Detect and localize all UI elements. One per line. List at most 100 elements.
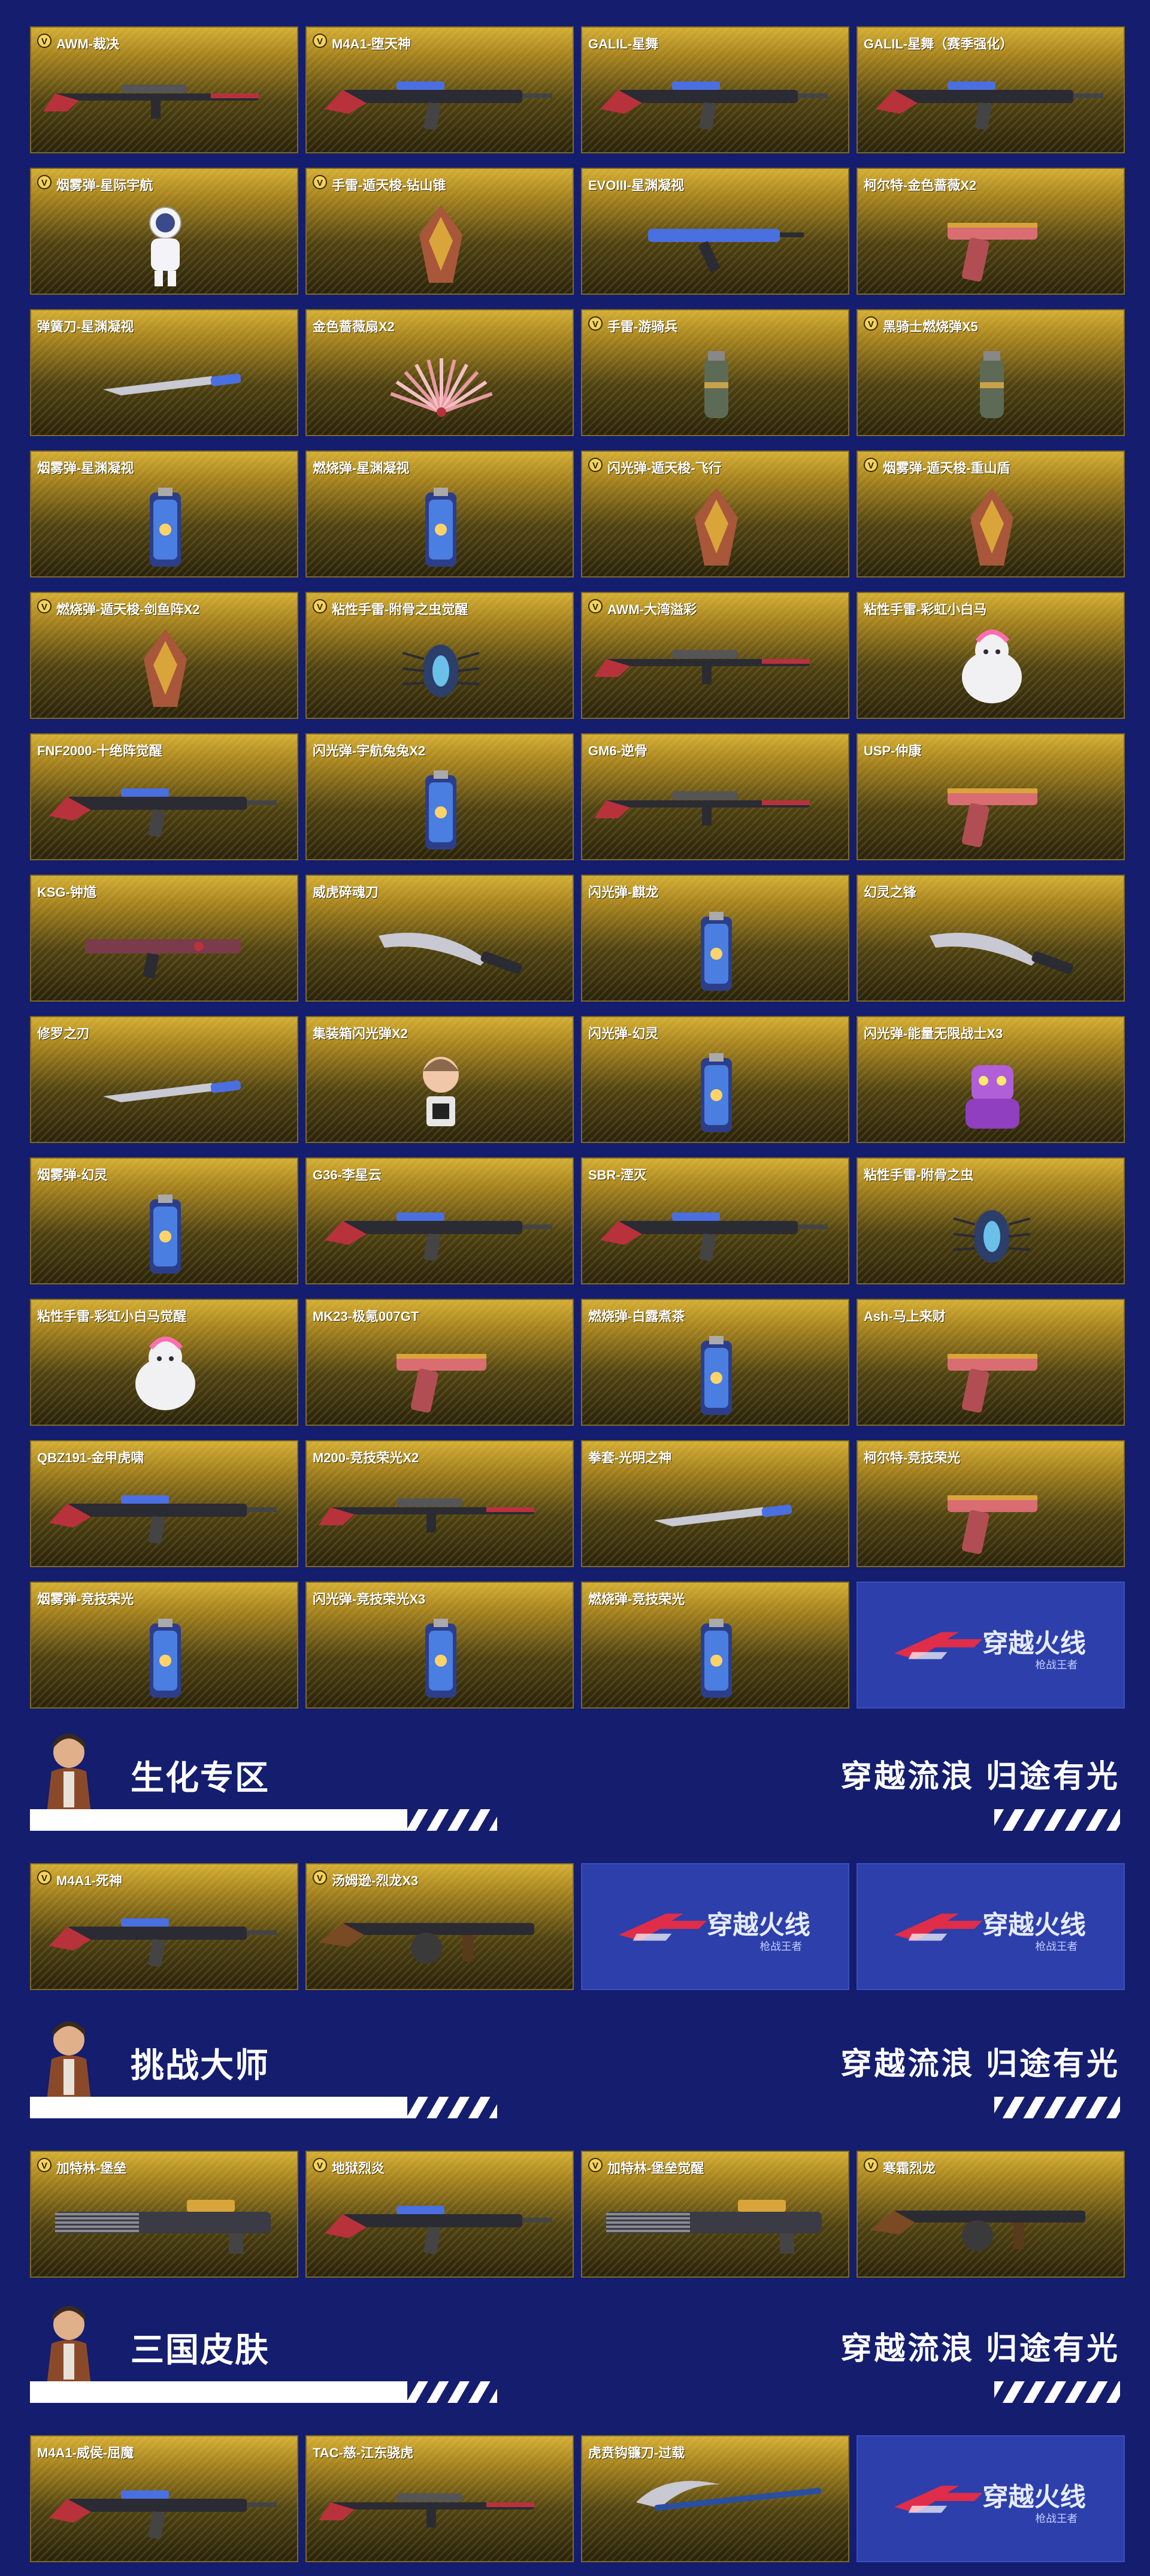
item-card[interactable]: V M4A1-死神 xyxy=(30,1863,298,1990)
item-card[interactable]: GALIL-星舞（赛季强化） xyxy=(857,26,1125,153)
item-card[interactable]: KSG-钟馗 xyxy=(30,875,298,1002)
item-card[interactable]: V 手雷-遁天梭-钻山锥 xyxy=(305,168,574,295)
item-card[interactable]: G36-李星云 xyxy=(305,1157,574,1284)
item-card[interactable]: 金色蔷薇扇X2 xyxy=(305,309,574,436)
ornate-grenade-icon xyxy=(144,629,187,707)
assault-rifle-icon xyxy=(49,788,277,837)
item-name: 粘性手雷-彩虹小白马觉醒 xyxy=(37,1309,187,1324)
item-card[interactable]: V 黑骑士燃烧弹X5 xyxy=(857,309,1125,436)
item-card[interactable]: V M4A1-堕天神 xyxy=(305,26,574,153)
item-name: 闪光弹-竞技荣光X3 xyxy=(313,1592,426,1607)
item-card[interactable]: V 寒霜烈龙 xyxy=(857,2151,1125,2278)
assault-rifle-icon xyxy=(325,1213,552,1262)
item-card[interactable]: 幻灵之锋 xyxy=(857,875,1125,1002)
item-card[interactable]: 闪光弹-竞技荣光X3 xyxy=(305,1582,574,1709)
pistol-icon xyxy=(948,1495,1037,1555)
item-name: 金色蔷薇扇X2 xyxy=(313,319,395,334)
item-card[interactable]: 闪光弹-能量无限战士X3 xyxy=(857,1016,1125,1143)
robot-grenade-icon xyxy=(966,1065,1019,1129)
item-name: 闪光弹-能量无限战士X3 xyxy=(864,1026,1003,1041)
item-card[interactable]: V AWM-大湾溢彩 xyxy=(581,592,849,719)
item-name: 柯尔特-竞技荣光 xyxy=(864,1450,961,1465)
item-card[interactable]: V 燃烧弹-遁天梭-剑鱼阵X2 xyxy=(30,592,298,719)
item-card[interactable]: 燃烧弹-白露煮茶 xyxy=(581,1299,849,1426)
item-name: 虎贲钩镰刀-过载 xyxy=(588,2445,685,2460)
item-card[interactable]: 柯尔特-竞技荣光 xyxy=(857,1440,1125,1567)
item-card[interactable]: TAC-慈-江东骁虎 xyxy=(305,2435,574,2562)
item-card[interactable]: FNF2000-十绝阵觉醒 xyxy=(30,733,298,860)
assault-rifle-icon xyxy=(49,1495,277,1544)
cf-logo-text: 穿越火线 xyxy=(707,1911,810,1940)
section-stripes xyxy=(335,1809,497,1831)
vip-badge-icon: V xyxy=(37,599,52,613)
item-name: GM6-逆骨 xyxy=(588,743,648,758)
item-card[interactable]: V 汤姆逊-烈龙X3 xyxy=(305,1863,574,1990)
item-name: 威虎碎魂刀 xyxy=(313,885,379,900)
item-card[interactable]: 修罗之刃 xyxy=(30,1016,298,1143)
item-card[interactable]: GALIL-星舞 xyxy=(581,26,849,153)
item-card[interactable]: 虎贲钩镰刀-过载 xyxy=(581,2435,849,2562)
item-card[interactable]: 烟雾弹-竞技荣光 xyxy=(30,1582,298,1709)
item-card[interactable]: MK23-极氪007GT xyxy=(305,1299,574,1426)
item-card[interactable]: 粘性手雷-附骨之虫 xyxy=(857,1157,1125,1284)
blade-icon xyxy=(930,933,1073,975)
sniper-rifle-icon xyxy=(594,791,810,826)
item-card[interactable]: 粘性手雷-彩虹小白马 xyxy=(857,592,1125,719)
item-card[interactable]: M200-竞技荣光X2 xyxy=(305,1440,574,1567)
item-card[interactable]: V 地狱烈炎 xyxy=(305,2151,574,2278)
item-card[interactable]: V 烟雾弹-星际宇航 xyxy=(30,168,298,295)
item-card[interactable]: QBZ191-金甲虎啸 xyxy=(30,1440,298,1567)
knife-icon xyxy=(654,1504,792,1526)
item-name: 黑骑士燃烧弹X5 xyxy=(883,319,978,334)
pistol-icon xyxy=(948,223,1037,282)
vip-badge-icon: V xyxy=(864,458,878,472)
canister-icon xyxy=(701,1053,732,1132)
section-stripes xyxy=(335,2097,497,2118)
item-card[interactable]: 闪光弹-麒龙 xyxy=(581,875,849,1002)
item-card[interactable]: 闪光弹-幻灵 xyxy=(581,1016,849,1143)
item-name: 燃烧弹-遁天梭-剑鱼阵X2 xyxy=(56,602,200,617)
item-card[interactable]: SBR-湮灭 xyxy=(581,1157,849,1284)
item-card[interactable]: 燃烧弹-星渊凝视 xyxy=(305,451,574,578)
item-card[interactable]: 威虎碎魂刀 xyxy=(305,875,574,1002)
item-card[interactable]: 集装箱闪光弹X2 xyxy=(305,1016,574,1143)
item-card[interactable]: 弹簧刀-星渊凝视 xyxy=(30,309,298,436)
item-name: AWM-大湾溢彩 xyxy=(607,602,697,617)
pony-grenade-icon xyxy=(135,1337,195,1410)
canister-icon xyxy=(701,1336,732,1415)
section-slogan: 穿越流浪 归途有光 xyxy=(840,2332,1120,2366)
item-card[interactable]: V AWM-裁决 xyxy=(30,26,298,153)
item-card[interactable]: V 手雷-游骑兵 xyxy=(581,309,849,436)
section-title: 生化专区 xyxy=(131,1759,270,1797)
item-card[interactable]: 烟雾弹-星渊凝视 xyxy=(30,451,298,578)
item-card[interactable]: GM6-逆骨 xyxy=(581,733,849,860)
section-header: 挑战大师 穿越流浪 归途有光 xyxy=(0,2016,1150,2118)
grenade-icon xyxy=(980,351,1004,418)
item-card[interactable]: V 加特林-堡垒 xyxy=(30,2151,298,2278)
item-card[interactable]: 烟雾弹-幻灵 xyxy=(30,1157,298,1284)
item-card[interactable]: USP-仲康 xyxy=(857,733,1125,860)
item-card[interactable]: 闪光弹-宇航兔兔X2 xyxy=(305,733,574,860)
item-card[interactable]: V 闪光弹-遁天梭-飞行 xyxy=(581,451,849,578)
item-card[interactable]: EVOIII-星渊凝视 xyxy=(581,168,849,295)
item-name: Ash-马上来财 xyxy=(864,1309,946,1324)
canister-icon xyxy=(425,488,456,567)
slogan-stripes xyxy=(994,2097,1120,2118)
item-card[interactable]: 拳套-光明之神 xyxy=(581,1440,849,1567)
item-card[interactable]: 柯尔特-金色蔷薇X2 xyxy=(857,168,1125,295)
item-card[interactable]: V 加特林-堡垒觉醒 xyxy=(581,2151,849,2278)
sniper-rifle-icon xyxy=(43,84,259,119)
item-card[interactable]: V 粘性手雷-附骨之虫觉醒 xyxy=(305,592,574,719)
item-card[interactable]: 燃烧弹-竞技荣光 xyxy=(581,1582,849,1709)
item-card[interactable]: M4A1-威侯-屈魔 xyxy=(30,2435,298,2562)
item-name: 拳套-光明之神 xyxy=(588,1450,672,1465)
item-card[interactable]: V 烟雾弹-遁天梭-重山盾 xyxy=(857,451,1125,578)
item-name: GALIL-星舞 xyxy=(588,37,659,52)
cf-logo-text: 穿越火线 xyxy=(982,2483,1086,2512)
smg-icon xyxy=(648,229,804,273)
item-name: 寒霜烈龙 xyxy=(883,2161,936,2176)
item-card[interactable]: 粘性手雷-彩虹小白马觉醒 xyxy=(30,1299,298,1426)
section-slogan: 穿越流浪 归途有光 xyxy=(840,2047,1120,2082)
item-name: GALIL-星舞（赛季强化） xyxy=(864,37,1013,52)
item-card[interactable]: Ash-马上来财 xyxy=(857,1299,1125,1426)
